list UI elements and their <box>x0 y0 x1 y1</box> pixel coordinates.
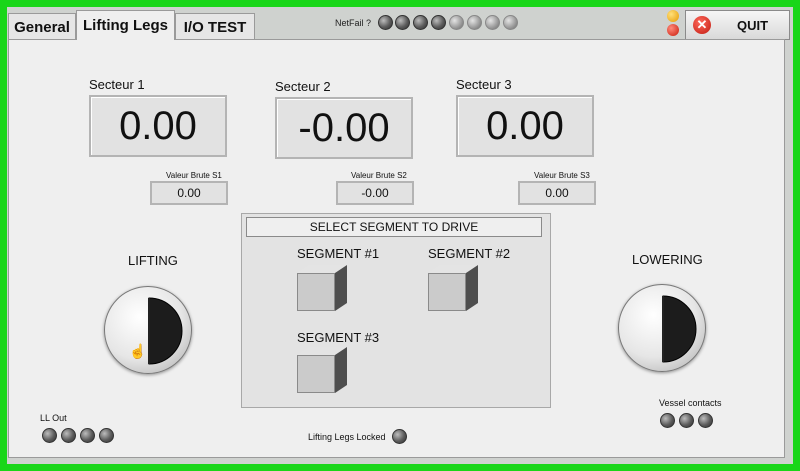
ll-out-label: LL Out <box>40 413 67 423</box>
segment-2-button[interactable] <box>428 265 480 315</box>
segment-2-label: SEGMENT #2 <box>428 246 511 261</box>
sector-3-raw-value: 0.00 <box>518 181 596 205</box>
ll-out-led <box>99 428 114 443</box>
netfail-label: NetFail ? <box>335 18 372 28</box>
lifting-legs-locked-led <box>392 429 407 444</box>
netfail-led <box>467 15 482 30</box>
netfail-led <box>413 15 428 30</box>
sector-2-value: -0.00 <box>275 97 413 159</box>
sector-2-raw-value: -0.00 <box>336 181 414 205</box>
lowering-knob[interactable] <box>618 284 706 372</box>
netfail-led <box>449 15 464 30</box>
vessel-contact-led <box>660 413 675 428</box>
segment-1-button[interactable] <box>297 265 349 315</box>
quit-label: QUIT <box>737 17 769 33</box>
close-icon: ✕ <box>693 16 711 34</box>
tab-io-test[interactable]: I/O TEST <box>175 13 255 40</box>
tab-lifting-legs[interactable]: Lifting Legs <box>76 10 175 40</box>
netfail-led <box>431 15 446 30</box>
segment-selector-title: SELECT SEGMENT TO DRIVE <box>246 217 542 237</box>
sector-3-title: Secteur 3 <box>456 77 512 92</box>
sector-2-raw-label: Valeur Brute S2 <box>351 171 407 180</box>
half-moon-icon <box>148 297 183 365</box>
sector-3-value: 0.00 <box>456 95 594 157</box>
tab-general[interactable]: General <box>8 13 76 40</box>
hand-cursor-icon: ☝ <box>129 343 147 359</box>
lowering-label: LOWERING <box>632 252 703 267</box>
lifting-label: LIFTING <box>128 253 178 268</box>
ll-out-led <box>42 428 57 443</box>
segment-selector <box>241 213 551 408</box>
vessel-contact-led <box>679 413 694 428</box>
ll-out-led <box>61 428 76 443</box>
netfail-led <box>503 15 518 30</box>
sector-2-title: Secteur 2 <box>275 79 331 94</box>
netfail-led <box>378 15 393 30</box>
sector-1-raw-value: 0.00 <box>150 181 228 205</box>
status-light-red <box>667 24 679 36</box>
netfail-led <box>395 15 410 30</box>
lifting-legs-locked-label: Lifting Legs Locked <box>308 432 386 442</box>
segment-3-button[interactable] <box>297 347 349 397</box>
segment-3-label: SEGMENT #3 <box>297 330 380 345</box>
quit-button[interactable]: ✕ QUIT <box>685 10 790 40</box>
netfail-led <box>485 15 500 30</box>
lifting-knob[interactable] <box>104 286 192 374</box>
segment-1-label: SEGMENT #1 <box>297 246 380 261</box>
vessel-contacts-label: Vessel contacts <box>659 398 722 408</box>
sector-1-title: Secteur 1 <box>89 77 145 92</box>
vessel-contact-led <box>698 413 713 428</box>
sector-1-raw-label: Valeur Brute S1 <box>166 171 222 180</box>
sector-3-raw-label: Valeur Brute S3 <box>534 171 590 180</box>
ll-out-led <box>80 428 95 443</box>
status-light-yellow <box>667 10 679 22</box>
half-moon-icon <box>662 295 697 363</box>
sector-1-value: 0.00 <box>89 95 227 157</box>
